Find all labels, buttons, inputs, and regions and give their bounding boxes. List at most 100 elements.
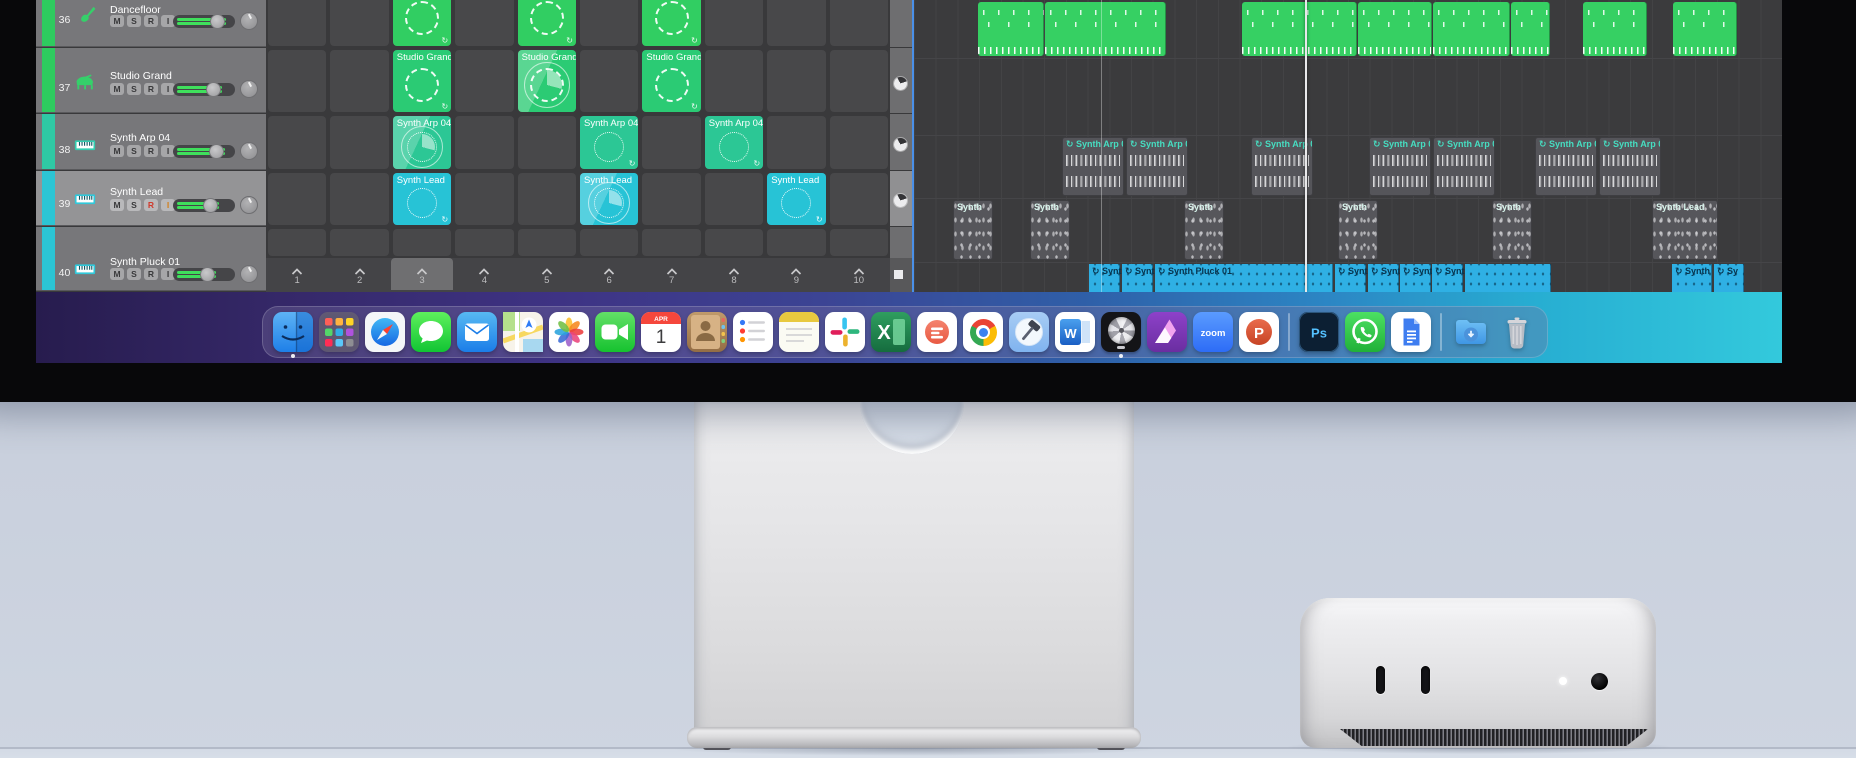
dock-app-facetime[interactable] bbox=[595, 312, 635, 352]
loop-cell-slot[interactable] bbox=[704, 0, 764, 46]
loop-cell-slot[interactable] bbox=[330, 50, 389, 112]
dock-app-zoom[interactable]: zoom bbox=[1193, 312, 1233, 352]
loop-cell-slot[interactable] bbox=[268, 229, 327, 256]
dock-app-excel[interactable]: X bbox=[871, 312, 911, 352]
midi-region[interactable] bbox=[1358, 2, 1432, 56]
r-button[interactable]: R bbox=[144, 15, 158, 27]
dock-app-chrome[interactable] bbox=[963, 312, 1003, 352]
midi-region[interactable]: Synth bbox=[1338, 200, 1378, 260]
loop-cell-slot[interactable] bbox=[829, 0, 888, 46]
s-button[interactable]: S bbox=[127, 199, 141, 211]
dock-app-whatsapp[interactable] bbox=[1345, 312, 1385, 352]
loop-cell[interactable]: Studio Grand ↻ bbox=[642, 50, 701, 112]
loop-cell-slot[interactable] bbox=[704, 50, 764, 112]
m-button[interactable]: M bbox=[110, 15, 124, 27]
loop-cell-slot[interactable] bbox=[455, 229, 514, 256]
loop-cell-slot[interactable] bbox=[580, 229, 639, 256]
r-button[interactable]: R bbox=[144, 199, 158, 211]
pan-knob[interactable] bbox=[240, 142, 258, 160]
dock-app-finder[interactable] bbox=[273, 312, 313, 358]
dock-app-downloads-folder[interactable] bbox=[1451, 312, 1491, 352]
midi-region[interactable]: Synth bbox=[953, 200, 993, 260]
loop-cell[interactable]: Synth Arp 04 ↻ bbox=[580, 116, 639, 169]
playhead[interactable] bbox=[1305, 0, 1307, 292]
volume-thumb[interactable] bbox=[209, 13, 225, 29]
audio-region[interactable]: ↻ Synth Arp 04 bbox=[1369, 137, 1431, 196]
scene-trigger[interactable]: 10 bbox=[828, 258, 890, 290]
loop-cell-slot[interactable] bbox=[767, 50, 826, 112]
loop-cell-slot[interactable] bbox=[829, 116, 888, 169]
audio-region[interactable]: ↻ Synth Arp 04 bbox=[1535, 137, 1597, 196]
loop-cell-slot[interactable] bbox=[455, 50, 514, 112]
midi-region[interactable] bbox=[1583, 2, 1647, 56]
midi-region[interactable] bbox=[1511, 2, 1550, 56]
scene-trigger[interactable]: 2 bbox=[328, 258, 390, 290]
dock-app-reminders[interactable] bbox=[733, 312, 773, 352]
scene-trigger[interactable]: 4 bbox=[453, 258, 515, 290]
loop-cell-slot[interactable] bbox=[392, 229, 452, 256]
loop-cell-slot[interactable] bbox=[455, 0, 514, 46]
loop-cell-slot[interactable] bbox=[330, 173, 389, 225]
loop-region[interactable] bbox=[1465, 264, 1551, 292]
loop-region[interactable]: ↻ Synt bbox=[1089, 264, 1122, 292]
audio-region[interactable]: ↻ Synth Arp 04 bbox=[1251, 137, 1313, 196]
track-header[interactable]: 37 Studio Grand M S R I bbox=[36, 48, 266, 113]
loop-cell[interactable]: Synth Lead ↻ bbox=[767, 173, 826, 225]
dock-app-affinity-photo[interactable] bbox=[1147, 312, 1187, 352]
scene-trigger[interactable]: 7 bbox=[640, 258, 702, 290]
scene-trigger[interactable]: 1 bbox=[266, 258, 328, 290]
dock-app-google-docs[interactable] bbox=[1391, 312, 1431, 352]
dock-app-mail[interactable] bbox=[457, 312, 497, 352]
loop-cell[interactable]: Studio Grand bbox=[517, 50, 576, 112]
loop-cell[interactable]: Synth Lead ↻ bbox=[392, 173, 452, 225]
loop-cell-slot[interactable] bbox=[268, 116, 327, 169]
track-header[interactable]: 38 Synth Arp 04 M S R I bbox=[36, 114, 266, 170]
pan-knob[interactable] bbox=[240, 265, 258, 283]
midi-region[interactable]: Synth bbox=[1030, 200, 1070, 260]
stop-all-button[interactable] bbox=[894, 270, 903, 279]
volume-thumb[interactable] bbox=[203, 197, 219, 213]
loop-cell-slot[interactable] bbox=[330, 229, 389, 256]
dock-app-calendar[interactable]: APR 1 bbox=[641, 312, 681, 352]
midi-region[interactable]: Synth bbox=[1492, 200, 1532, 260]
audio-region[interactable]: ↻ Synth Arp 04 bbox=[1062, 137, 1124, 196]
s-button[interactable]: S bbox=[127, 83, 141, 95]
loop-cell[interactable]: Synth Lead bbox=[580, 173, 639, 225]
scene-trigger[interactable]: 8 bbox=[703, 258, 765, 290]
track-header[interactable]: 36 Dancefloor M S R I bbox=[36, 0, 266, 47]
volume-slider[interactable] bbox=[173, 13, 235, 29]
midi-region[interactable] bbox=[1045, 2, 1166, 56]
loop-cell-slot[interactable] bbox=[268, 50, 327, 112]
scene-trigger[interactable]: 5 bbox=[516, 258, 578, 290]
dock-app-launchpad[interactable] bbox=[319, 312, 359, 352]
r-button[interactable]: R bbox=[144, 268, 158, 280]
loop-cell-slot[interactable] bbox=[517, 116, 576, 169]
loop-cell-slot[interactable] bbox=[268, 0, 327, 46]
dock-app-slack[interactable] bbox=[825, 312, 865, 352]
loop-cell-slot[interactable] bbox=[829, 50, 888, 112]
volume-thumb[interactable] bbox=[200, 266, 215, 282]
track-header[interactable]: 39 Synth Lead M S R I bbox=[36, 171, 266, 226]
loop-cell-slot[interactable] bbox=[642, 229, 701, 256]
volume-thumb[interactable] bbox=[206, 81, 222, 97]
volume-slider[interactable] bbox=[173, 266, 235, 282]
dock-app-photos[interactable] bbox=[549, 312, 589, 352]
loop-region[interactable]: ↻ Sy bbox=[1714, 264, 1744, 292]
loop-cell-slot[interactable] bbox=[704, 173, 764, 225]
midi-region[interactable] bbox=[1433, 2, 1510, 56]
loop-cell-slot[interactable] bbox=[642, 173, 701, 225]
dock-app-compressor[interactable] bbox=[1101, 312, 1141, 358]
loop-cell-slot[interactable] bbox=[829, 229, 888, 256]
volume-slider[interactable] bbox=[173, 81, 235, 97]
dock-app-word[interactable]: W bbox=[1055, 312, 1095, 352]
loop-cell-slot[interactable] bbox=[580, 0, 639, 46]
loop-cell-slot[interactable] bbox=[330, 116, 389, 169]
loop-cell-slot[interactable] bbox=[829, 173, 888, 225]
s-button[interactable]: S bbox=[127, 15, 141, 27]
loop-cell[interactable]: Synth Arp 04 bbox=[392, 116, 452, 169]
loop-region[interactable]: ↻ Synt bbox=[1432, 264, 1465, 292]
s-button[interactable]: S bbox=[127, 268, 141, 280]
pan-knob[interactable] bbox=[240, 12, 258, 30]
loop-region[interactable]: ↻ Synt bbox=[1122, 264, 1155, 292]
dock-app-maps[interactable] bbox=[503, 312, 543, 352]
